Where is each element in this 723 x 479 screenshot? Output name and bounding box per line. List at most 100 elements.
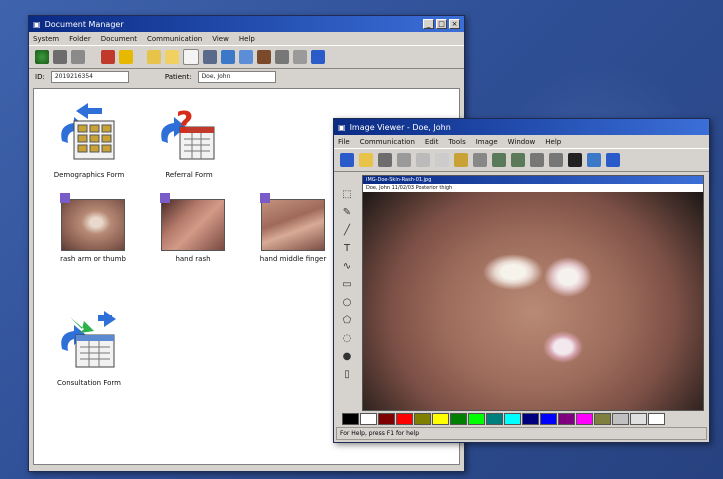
copy-icon[interactable] (203, 50, 217, 64)
document-manager-titlebar[interactable]: ▣ Document Manager _ □ × (29, 16, 464, 32)
open-icon[interactable] (359, 153, 373, 167)
image-caption: Doe, John 11/02/03 Posterior thigh (363, 184, 703, 192)
camera-icon[interactable] (53, 50, 67, 64)
document-icon[interactable] (183, 49, 199, 65)
patient-field[interactable]: Doe, John (197, 71, 276, 83)
id-field[interactable]: 2019216354 (50, 71, 129, 83)
rotate-icon[interactable] (530, 153, 544, 167)
window-title: Document Manager (44, 19, 124, 29)
list-item[interactable]: Demographics Form (44, 103, 134, 179)
window-title: Image Viewer - Doe, John (349, 122, 451, 132)
item-label: rash arm or thumb (60, 255, 126, 263)
pencil-tool-icon[interactable]: ✎ (341, 207, 353, 219)
photo-thumbnail (261, 199, 325, 251)
text-tool-icon[interactable]: T (341, 243, 353, 255)
tool-palette: ⬚ ✎ ╱ T ∿ ▭ ○ ⬠ ◌ ● ▯ (338, 189, 356, 381)
people-icon[interactable] (101, 50, 115, 64)
color-swatch[interactable] (648, 413, 665, 425)
paste-icon[interactable] (454, 153, 468, 167)
star-icon[interactable] (119, 50, 133, 64)
maximize-button[interactable]: □ (436, 19, 447, 29)
color-swatch[interactable] (468, 413, 485, 425)
copy-icon[interactable] (435, 153, 449, 167)
menu-file[interactable]: File (338, 138, 350, 146)
menu-window[interactable]: Window (508, 138, 536, 146)
zoom-out-icon[interactable] (511, 153, 525, 167)
menu-system[interactable]: System (33, 35, 59, 43)
help-icon[interactable] (606, 153, 620, 167)
color-swatch[interactable] (342, 413, 359, 425)
color-swatch[interactable] (486, 413, 503, 425)
color-swatch[interactable] (378, 413, 395, 425)
details-view-icon[interactable] (239, 50, 253, 64)
flip-icon[interactable] (549, 153, 563, 167)
menu-help[interactable]: Help (239, 35, 255, 43)
menu-image[interactable]: Image (476, 138, 498, 146)
eraser-tool-icon[interactable]: ▯ (341, 369, 353, 381)
folder-icon[interactable] (147, 50, 161, 64)
open-folder-icon[interactable] (165, 50, 179, 64)
grid-icon[interactable] (587, 153, 601, 167)
menu-help[interactable]: Help (545, 138, 561, 146)
list-item[interactable]: hand middle finger (248, 193, 338, 263)
globe-icon[interactable] (35, 50, 49, 64)
menu-view[interactable]: View (212, 35, 229, 43)
line-tool-icon[interactable]: ╱ (341, 225, 353, 237)
item-label: hand middle finger (259, 255, 327, 263)
scanner-icon[interactable] (71, 50, 85, 64)
minimize-button[interactable]: _ (423, 19, 434, 29)
item-label: hand rash (175, 255, 211, 263)
color-swatch[interactable] (576, 413, 593, 425)
menu-tools[interactable]: Tools (448, 138, 465, 146)
list-item[interactable]: ? Referral Form (144, 103, 234, 179)
compare-icon[interactable] (568, 153, 582, 167)
zoom-in-icon[interactable] (492, 153, 506, 167)
menu-communication[interactable]: Communication (147, 35, 202, 43)
rect-tool-icon[interactable]: ▭ (341, 279, 353, 291)
close-button[interactable]: × (449, 19, 460, 29)
list-item[interactable]: rash arm or thumb (48, 193, 138, 263)
cut-icon[interactable] (416, 153, 430, 167)
lasso-tool-icon[interactable]: ◌ (341, 333, 353, 345)
color-swatch[interactable] (612, 413, 629, 425)
menu-edit[interactable]: Edit (425, 138, 439, 146)
settings-icon[interactable] (293, 50, 307, 64)
consultation-form-icon (61, 311, 116, 368)
image-panel: IMG-Doe-Skin-Rash-01.jpg Doe, John 11/02… (362, 175, 704, 411)
help-icon[interactable] (311, 50, 325, 64)
menu-document[interactable]: Document (101, 35, 137, 43)
ellipse-tool-icon[interactable]: ○ (341, 297, 353, 309)
color-swatch[interactable] (432, 413, 449, 425)
list-item[interactable]: Consultation Form (44, 311, 134, 387)
select-tool-icon[interactable]: ⬚ (341, 189, 353, 201)
color-swatch[interactable] (630, 413, 647, 425)
color-swatch[interactable] (450, 413, 467, 425)
menu-communication[interactable]: Communication (360, 138, 415, 146)
new-icon[interactable] (340, 153, 354, 167)
curve-tool-icon[interactable]: ∿ (341, 261, 353, 273)
save-icon[interactable] (378, 153, 392, 167)
color-swatch[interactable] (504, 413, 521, 425)
color-swatch[interactable] (540, 413, 557, 425)
print-icon[interactable] (275, 50, 289, 64)
image-viewer-window[interactable]: ▣ Image Viewer - Doe, John File Communic… (333, 118, 710, 443)
color-swatch[interactable] (594, 413, 611, 425)
list-item[interactable]: hand rash (148, 193, 238, 263)
pen-icon[interactable] (397, 153, 411, 167)
edit-pencil-icon (160, 193, 170, 203)
image-viewer-titlebar[interactable]: ▣ Image Viewer - Doe, John (334, 119, 709, 135)
undo-icon[interactable] (473, 153, 487, 167)
color-swatch[interactable] (396, 413, 413, 425)
edit-pencil-icon (60, 193, 70, 203)
item-label: Referral Form (165, 171, 213, 179)
polygon-tool-icon[interactable]: ⬠ (341, 315, 353, 327)
list-view-icon[interactable] (221, 50, 235, 64)
color-swatch[interactable] (360, 413, 377, 425)
color-swatch[interactable] (558, 413, 575, 425)
fill-tool-icon[interactable]: ● (341, 351, 353, 363)
color-swatch[interactable] (522, 413, 539, 425)
toolbar (29, 45, 464, 69)
image-icon[interactable] (257, 50, 271, 64)
color-swatch[interactable] (414, 413, 431, 425)
menu-folder[interactable]: Folder (69, 35, 91, 43)
